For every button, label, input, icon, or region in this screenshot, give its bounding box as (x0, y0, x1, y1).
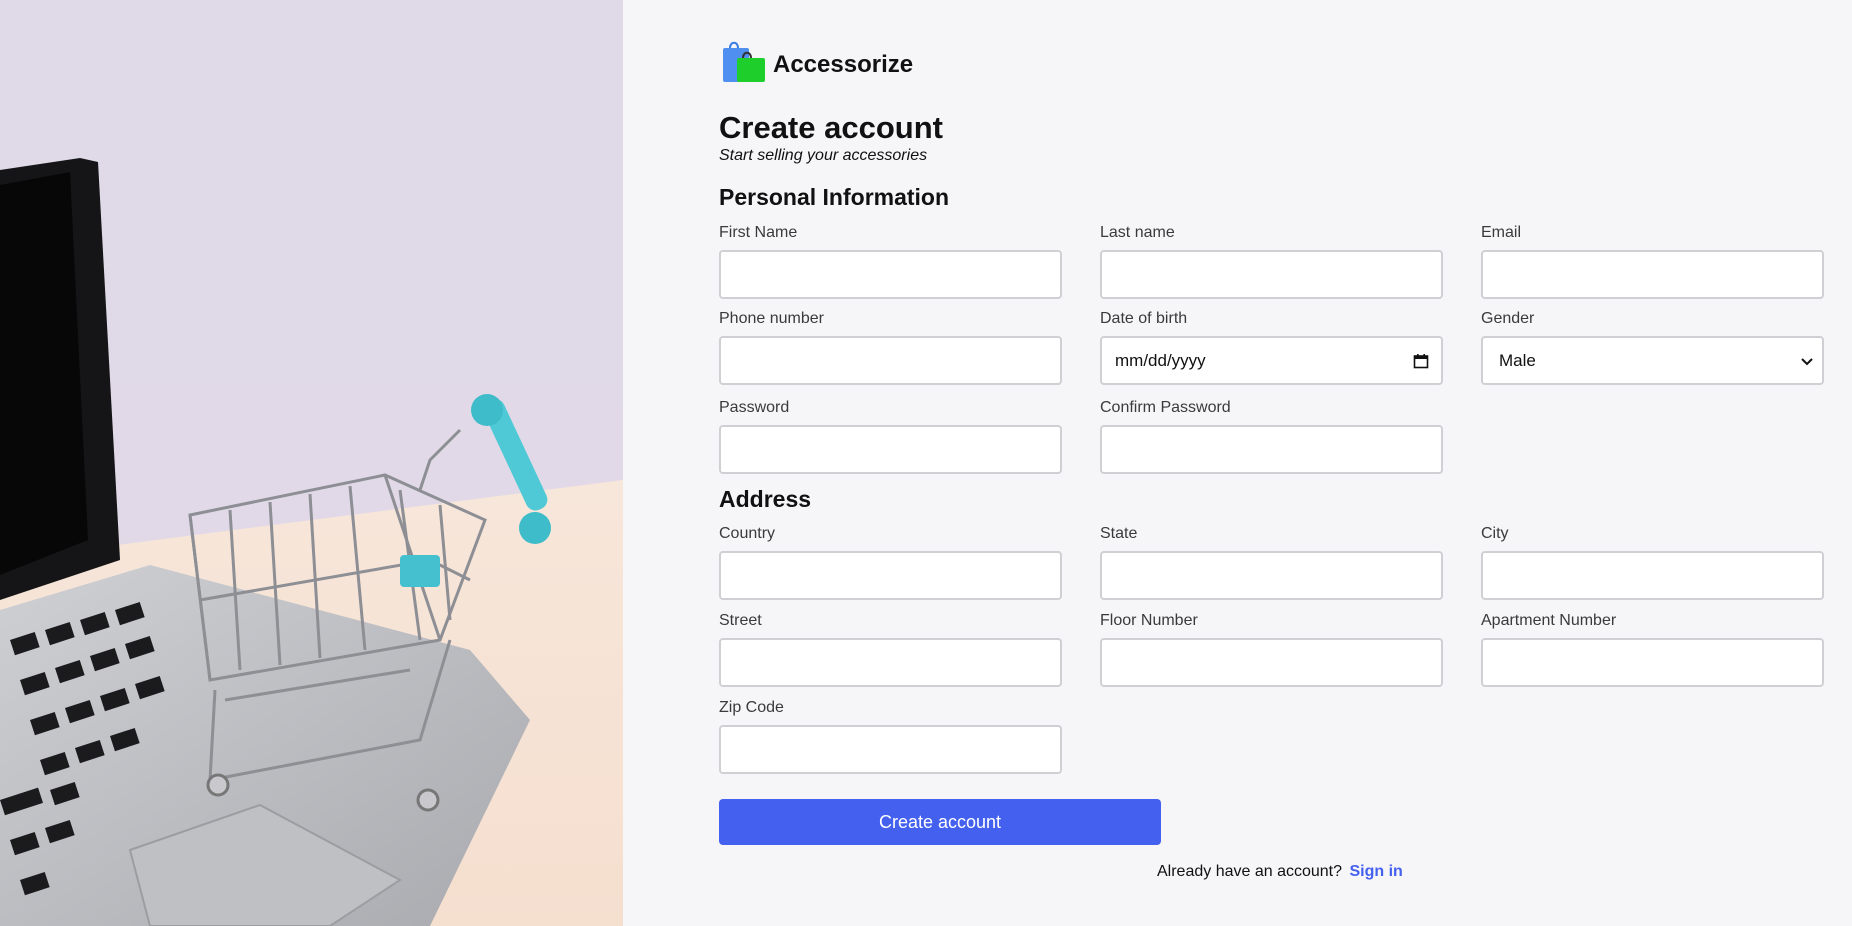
email-input[interactable] (1497, 252, 1808, 297)
country-input[interactable] (735, 553, 1046, 598)
section-address-title: Address (719, 486, 812, 512)
country-field: Country (719, 525, 1062, 600)
chevron-down-icon (1801, 357, 1813, 365)
first-name-input[interactable] (735, 252, 1046, 297)
signin-row: Already have an account? Sign in (1157, 863, 1403, 881)
apartment-input-box (1481, 638, 1824, 687)
first-name-input-box (719, 250, 1062, 299)
last-name-label: Last name (1100, 224, 1175, 241)
hero-image (0, 0, 623, 926)
email-input-box (1481, 250, 1824, 299)
apartment-input[interactable] (1497, 640, 1808, 685)
floor-input-box (1100, 638, 1443, 687)
country-label: Country (719, 525, 776, 542)
apartment-label: Apartment Number (1481, 612, 1617, 629)
confirm-password-input-box (1100, 425, 1443, 474)
gender-selected-value: Male (1499, 350, 1536, 370)
phone-field: Phone number (719, 310, 1062, 385)
city-input-box (1481, 551, 1824, 600)
phone-input-box (719, 336, 1062, 385)
street-input-box (719, 638, 1062, 687)
floor-label: Floor Number (1100, 612, 1198, 629)
email-label: Email (1481, 224, 1522, 241)
apartment-field: Apartment Number (1481, 612, 1824, 687)
confirm-password-field: Confirm Password (1100, 399, 1443, 474)
city-field: City (1481, 525, 1824, 600)
dob-placeholder: mm/dd/yyyy (1115, 350, 1206, 370)
city-input[interactable] (1497, 553, 1808, 598)
zip-label: Zip Code (719, 699, 784, 716)
dob-field: Date of birth mm/dd/yyyy (1100, 310, 1443, 385)
password-input-box (719, 425, 1062, 474)
first-name-field: First Name (719, 224, 1062, 299)
city-label: City (1481, 525, 1509, 542)
floor-input[interactable] (1116, 640, 1427, 685)
phone-label: Phone number (719, 310, 824, 327)
street-label: Street (719, 612, 762, 629)
confirm-password-input[interactable] (1116, 427, 1427, 472)
signin-prompt: Already have an account? (1157, 863, 1343, 880)
last-name-input[interactable] (1116, 252, 1427, 297)
dob-label: Date of birth (1100, 310, 1188, 327)
state-field: State (1100, 525, 1443, 600)
street-input[interactable] (735, 640, 1046, 685)
last-name-field: Last name (1100, 224, 1443, 299)
sign-in-link[interactable]: Sign in (1349, 863, 1402, 880)
password-label: Password (719, 399, 790, 416)
gender-label: Gender (1481, 310, 1535, 327)
last-name-input-box (1100, 250, 1443, 299)
laptop-shopping-cart-photo (0, 0, 623, 926)
state-input[interactable] (1116, 553, 1427, 598)
calendar-icon[interactable] (1413, 353, 1429, 369)
brand[interactable]: Accessorize (721, 40, 913, 86)
state-label: State (1100, 525, 1138, 542)
shopping-bags-icon (721, 40, 767, 86)
password-input[interactable] (735, 427, 1046, 472)
password-field: Password (719, 399, 1062, 474)
page-subtitle: Start selling your accessories (719, 147, 928, 164)
floor-field: Floor Number (1100, 612, 1443, 687)
brand-name: Accessorize (773, 51, 914, 78)
create-account-button[interactable]: Create account (719, 799, 1161, 845)
country-input-box (719, 551, 1062, 600)
dob-input[interactable]: mm/dd/yyyy (1100, 336, 1443, 385)
state-input-box (1100, 551, 1443, 600)
first-name-label: First Name (719, 224, 798, 241)
zip-input[interactable] (735, 727, 1046, 772)
email-field: Email (1481, 224, 1824, 299)
phone-input[interactable] (735, 338, 1046, 383)
page-title: Create account (719, 110, 943, 145)
signup-panel: Accessorize Create account Start selling… (623, 0, 1852, 926)
street-field: Street (719, 612, 1062, 687)
confirm-password-label: Confirm Password (1100, 399, 1231, 416)
zip-input-box (719, 725, 1062, 774)
gender-field: Gender Male (1481, 310, 1824, 385)
section-personal-title: Personal Information (719, 184, 950, 210)
zip-field: Zip Code (719, 699, 1062, 774)
gender-select[interactable]: Male (1481, 336, 1824, 385)
